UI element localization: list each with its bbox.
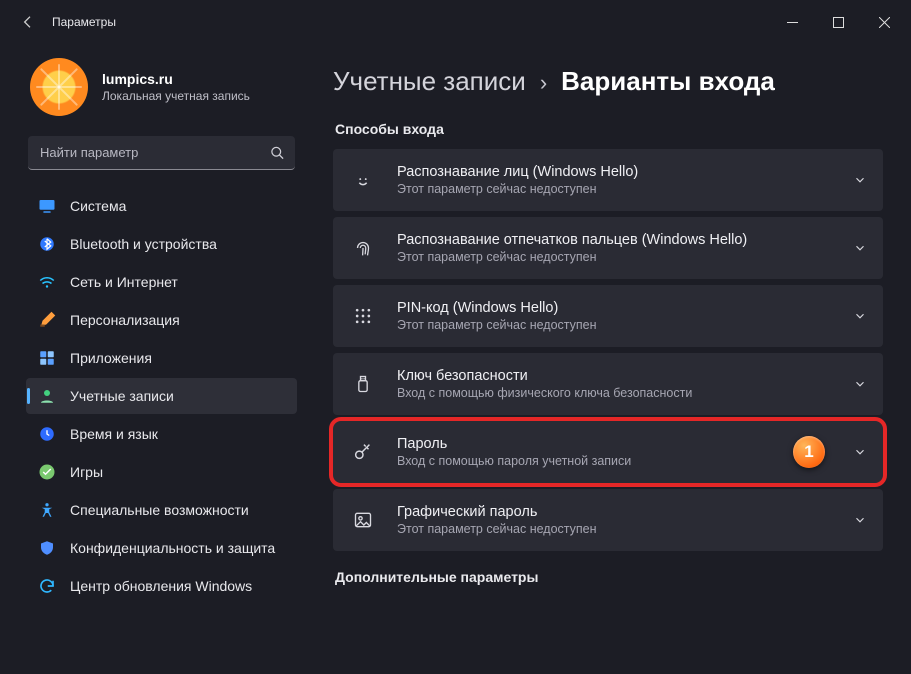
page-title: Варианты входа xyxy=(561,66,775,97)
option-security-key[interactable]: Ключ безопасности Вход с помощью физичес… xyxy=(333,353,883,415)
privacy-icon xyxy=(38,539,56,557)
option-key-sub: Вход с помощью физического ключа безопас… xyxy=(397,386,833,400)
option-password[interactable]: Пароль Вход с помощью пароля учетной зап… xyxy=(333,421,883,483)
option-face-sub: Этот параметр сейчас недоступен xyxy=(397,182,833,196)
sidebar-item-personalization[interactable]: Персонализация xyxy=(26,302,297,338)
face-icon xyxy=(349,169,377,191)
sidebar-item-label: Приложения xyxy=(70,350,152,366)
profile-name: lumpics.ru xyxy=(102,71,250,87)
avatar xyxy=(30,58,88,116)
key-icon xyxy=(349,441,377,463)
profile-block[interactable]: lumpics.ru Локальная учетная запись xyxy=(26,58,297,116)
sidebar-item-gaming[interactable]: Игры xyxy=(26,454,297,490)
option-fingerprint-sub: Этот параметр сейчас недоступен xyxy=(397,250,833,264)
search-input[interactable] xyxy=(28,136,295,170)
chevron-down-icon xyxy=(853,377,867,391)
content: Учетные записи › Варианты входа Способы … xyxy=(305,44,911,674)
time-icon xyxy=(38,425,56,443)
option-fingerprint-title: Распознавание отпечатков пальцев (Window… xyxy=(397,232,833,248)
gaming-icon xyxy=(38,463,56,481)
update-icon xyxy=(38,577,56,595)
sidebar-item-bluetooth[interactable]: Bluetooth и устройства xyxy=(26,226,297,262)
minimize-button[interactable] xyxy=(769,6,815,38)
sidebar-item-label: Время и язык xyxy=(70,426,158,442)
section-additional: Дополнительные параметры xyxy=(335,569,883,585)
network-icon xyxy=(38,273,56,291)
sidebar-item-label: Сеть и Интернет xyxy=(70,274,178,290)
chevron-down-icon xyxy=(853,513,867,527)
window-controls xyxy=(769,6,907,38)
chevron-down-icon xyxy=(853,445,867,459)
option-picture-title: Графический пароль xyxy=(397,504,833,520)
sidebar-item-label: Конфиденциальность и защита xyxy=(70,540,275,556)
search-box[interactable] xyxy=(28,136,295,170)
breadcrumb-separator: › xyxy=(540,70,547,96)
profile-sub: Локальная учетная запись xyxy=(102,89,250,103)
titlebar: Параметры xyxy=(0,0,911,44)
sidebar-item-accessibility[interactable]: Специальные возможности xyxy=(26,492,297,528)
personalization-icon xyxy=(38,311,56,329)
option-picture-password[interactable]: Графический пароль Этот параметр сейчас … xyxy=(333,489,883,551)
bluetooth-icon xyxy=(38,235,56,253)
annotation-marker: 1 xyxy=(793,436,825,468)
accessibility-icon xyxy=(38,501,56,519)
sidebar-item-label: Центр обновления Windows xyxy=(70,578,252,594)
usb-key-icon xyxy=(349,374,377,394)
close-button[interactable] xyxy=(861,6,907,38)
search-icon xyxy=(270,146,285,161)
sidebar-item-system[interactable]: Система xyxy=(26,188,297,224)
sidebar-item-label: Учетные записи xyxy=(70,388,174,404)
option-face[interactable]: Распознавание лиц (Windows Hello) Этот п… xyxy=(333,149,883,211)
option-password-sub: Вход с помощью пароля учетной записи xyxy=(397,454,773,468)
option-face-title: Распознавание лиц (Windows Hello) xyxy=(397,164,833,180)
window-title: Параметры xyxy=(52,15,116,29)
apps-icon xyxy=(38,349,56,367)
option-pin-title: PIN-код (Windows Hello) xyxy=(397,300,833,316)
option-picture-sub: Этот параметр сейчас недоступен xyxy=(397,522,833,536)
sidebar-item-update[interactable]: Центр обновления Windows xyxy=(26,568,297,604)
picture-icon xyxy=(349,510,377,530)
back-button[interactable] xyxy=(16,10,40,34)
sidebar-item-network[interactable]: Сеть и Интернет xyxy=(26,264,297,300)
breadcrumb-parent[interactable]: Учетные записи xyxy=(333,66,526,97)
system-icon xyxy=(38,197,56,215)
sidebar: lumpics.ru Локальная учетная запись Сист… xyxy=(0,44,305,674)
sidebar-item-label: Игры xyxy=(70,464,103,480)
pin-icon xyxy=(349,306,377,326)
option-key-title: Ключ безопасности xyxy=(397,368,833,384)
option-pin-sub: Этот параметр сейчас недоступен xyxy=(397,318,833,332)
section-signin-methods: Способы входа xyxy=(335,121,883,137)
option-pin[interactable]: PIN-код (Windows Hello) Этот параметр се… xyxy=(333,285,883,347)
option-password-wrapper: Пароль Вход с помощью пароля учетной зап… xyxy=(333,421,883,483)
accounts-icon xyxy=(38,387,56,405)
fingerprint-icon xyxy=(349,237,377,259)
chevron-down-icon xyxy=(853,241,867,255)
sidebar-item-accounts[interactable]: Учетные записи xyxy=(26,378,297,414)
chevron-down-icon xyxy=(853,173,867,187)
breadcrumb: Учетные записи › Варианты входа xyxy=(333,66,883,97)
sidebar-item-privacy[interactable]: Конфиденциальность и защита xyxy=(26,530,297,566)
sidebar-item-apps[interactable]: Приложения xyxy=(26,340,297,376)
sidebar-item-label: Персонализация xyxy=(70,312,180,328)
sidebar-item-label: Система xyxy=(70,198,126,214)
sidebar-item-label: Специальные возможности xyxy=(70,502,249,518)
signin-options-list: Распознавание лиц (Windows Hello) Этот п… xyxy=(333,149,883,551)
nav: Система Bluetooth и устройства Сеть и Ин… xyxy=(26,188,297,604)
maximize-button[interactable] xyxy=(815,6,861,38)
sidebar-item-time[interactable]: Время и язык xyxy=(26,416,297,452)
option-password-title: Пароль xyxy=(397,436,773,452)
chevron-down-icon xyxy=(853,309,867,323)
option-fingerprint[interactable]: Распознавание отпечатков пальцев (Window… xyxy=(333,217,883,279)
sidebar-item-label: Bluetooth и устройства xyxy=(70,236,217,252)
